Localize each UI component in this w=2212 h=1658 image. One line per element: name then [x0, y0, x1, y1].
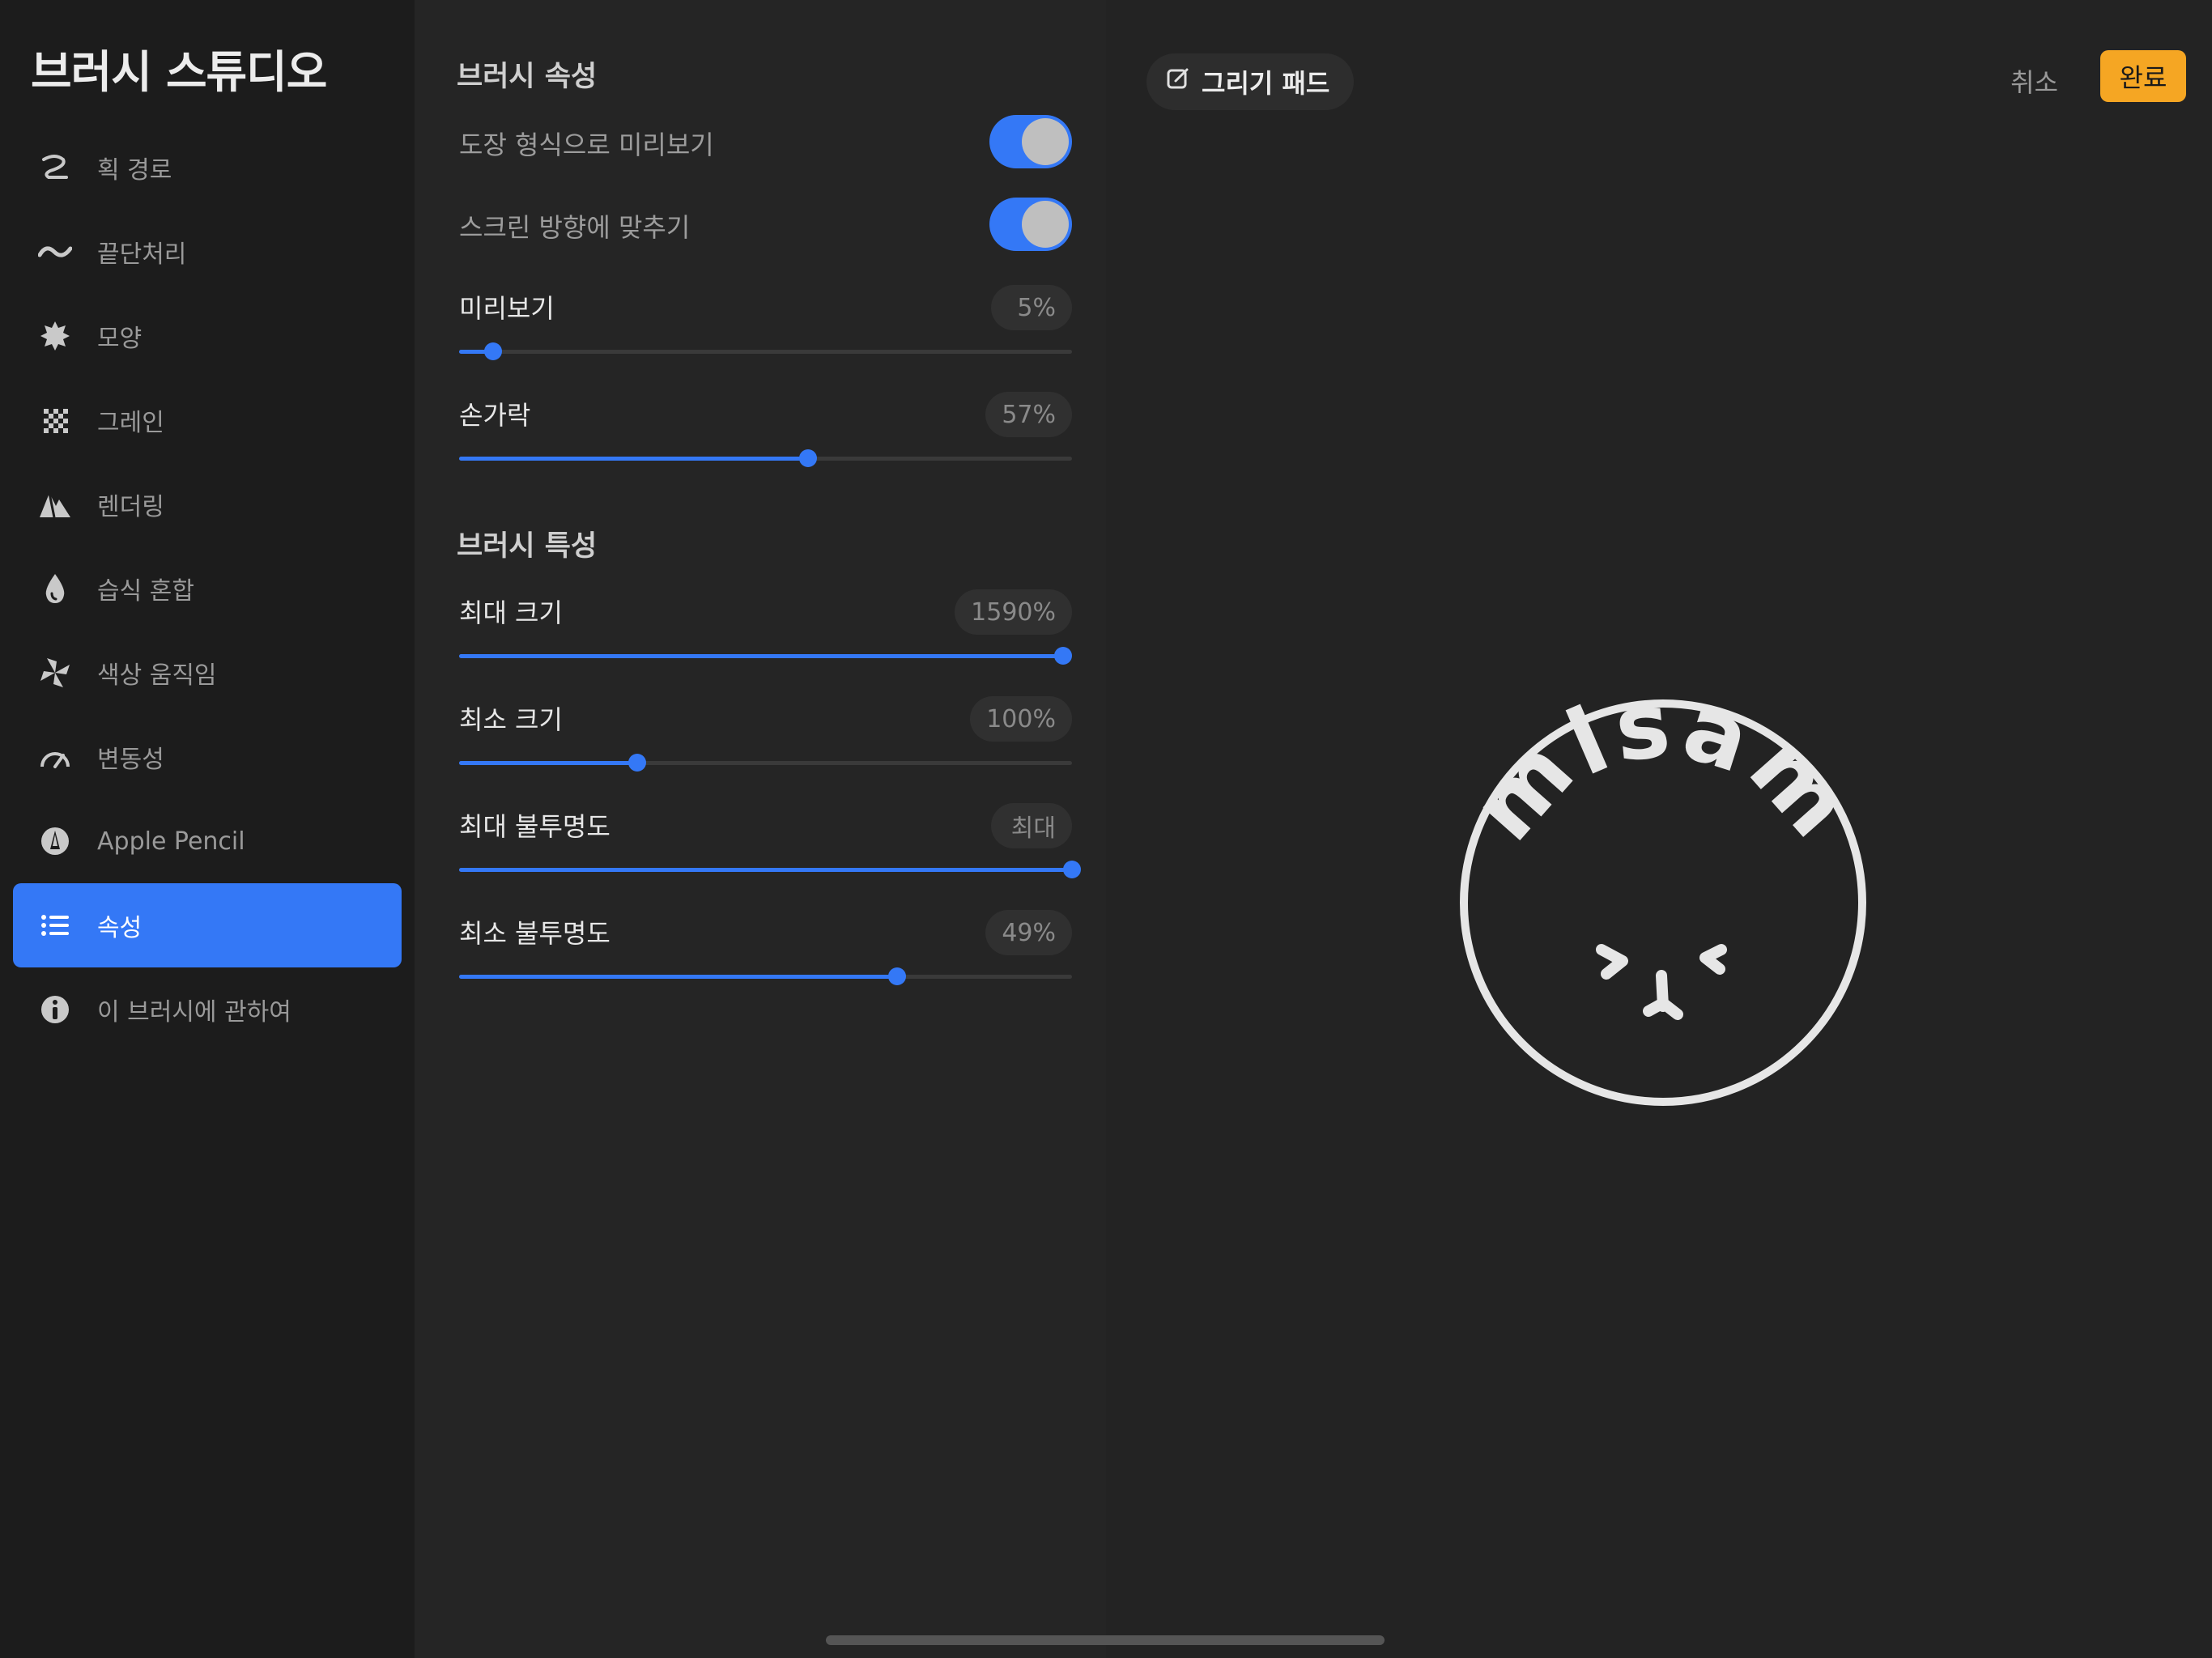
rendering-icon [37, 487, 73, 522]
stamp-preview-toggle[interactable] [989, 115, 1072, 168]
slider-fill [459, 975, 898, 979]
sidebar-item-rendering[interactable]: 렌더링 [13, 462, 402, 546]
orient-to-screen-toggle[interactable] [989, 198, 1072, 251]
sidebar-item-label: 끝단처리 [97, 240, 187, 269]
slider-thumb[interactable] [483, 342, 502, 360]
toggle-row-stamp-preview: 도장 형식으로 미리보기 [459, 115, 1072, 172]
sidebar-item-taper[interactable]: 끝단처리 [13, 210, 402, 294]
slider-value[interactable]: 1590% [955, 589, 1072, 635]
min-size-slider[interactable] [459, 754, 1072, 772]
stamp-face [1596, 944, 1727, 1020]
slider-label: 미리보기 [459, 293, 555, 324]
sidebar-item-stroke-path[interactable]: 획 경로 [13, 125, 402, 210]
slider-value[interactable]: 5% [991, 285, 1072, 330]
sidebar-item-grain[interactable]: 그레인 [13, 378, 402, 462]
sidebar-item-dynamics[interactable]: 변동성 [13, 715, 402, 799]
toggle-label: 스크린 방향에 맞추기 [459, 212, 691, 243]
slider-row-max-opacity: 최대 불투명도 최대 [459, 803, 1081, 900]
slider-thumb[interactable] [1063, 861, 1081, 878]
slider-thumb[interactable] [888, 967, 907, 985]
drawing-pad[interactable]: 그리기 패드 취소 완료 misam [1106, 0, 2212, 1658]
taper-icon [37, 234, 73, 270]
slider-thumb[interactable] [1053, 647, 1072, 665]
sidebar-item-label: 변동성 [97, 746, 164, 774]
color-dynamics-icon [37, 655, 73, 691]
toggle-label: 도장 형식으로 미리보기 [459, 130, 714, 160]
sidebar-item-wet-mix[interactable]: 습식 혼합 [13, 546, 402, 631]
done-button[interactable]: 완료 [2100, 50, 2186, 102]
grain-icon [37, 402, 73, 438]
slider-row-min-opacity: 최소 불투명도 49% [459, 910, 1072, 1007]
slider-row-preview: 미리보기 5% [459, 285, 1072, 382]
sidebar-item-shape[interactable]: 모양 [13, 294, 402, 378]
sidebar-item-label: 속성 [97, 914, 143, 942]
app-title: 브러시 스튜디오 [31, 46, 327, 98]
sidebar-item-label: 습식 혼합 [97, 577, 194, 606]
toggle-knob [1022, 201, 1069, 248]
preview-slider[interactable] [459, 342, 1072, 360]
sidebar-nav: 획 경로 끝단처리 모양 그레인 렌더링 습식 혼합 색상 움직임 변동성 Ap… [13, 125, 402, 1052]
max-opacity-slider[interactable] [459, 861, 1081, 878]
slider-label: 손가락 [459, 400, 531, 431]
sidebar-item-label: 렌더링 [97, 493, 164, 521]
shape-icon [37, 318, 73, 354]
slider-label: 최대 크기 [459, 597, 563, 628]
slider-row-min-size: 최소 크기 100% [459, 696, 1072, 793]
slider-fill [459, 868, 1072, 872]
section-title-brush-behavior: 브러시 특성 [457, 530, 598, 563]
slider-row-max-size: 최대 크기 1590% [459, 589, 1072, 687]
slider-fill [459, 654, 1063, 658]
toggle-knob [1022, 118, 1069, 165]
slider-value[interactable]: 57% [985, 392, 1072, 437]
slider-label: 최소 불투명도 [459, 918, 610, 949]
brush-stamp-preview: misam [1453, 692, 1874, 1106]
sidebar-item-label: 그레인 [97, 409, 164, 437]
wet-mix-icon [37, 571, 73, 606]
slider-value[interactable]: 49% [985, 910, 1072, 955]
properties-icon [37, 908, 73, 943]
sidebar-item-label: 색상 움직임 [97, 661, 217, 690]
sidebar-item-label: 이 브러시에 관하여 [97, 998, 291, 1027]
drawing-pad-button[interactable]: 그리기 패드 [1146, 53, 1355, 110]
apple-pencil-icon [37, 823, 73, 859]
edit-icon [1166, 66, 1190, 97]
slider-row-smudge: 손가락 57% [459, 392, 1072, 489]
home-indicator [826, 1635, 1385, 1645]
slider-fill [459, 457, 809, 461]
properties-panel: 브러시 속성 도장 형식으로 미리보기 스크린 방향에 맞추기 미리보기 5% … [415, 0, 1106, 1658]
slider-thumb[interactable] [627, 754, 646, 772]
toggle-row-orient-to-screen: 스크린 방향에 맞추기 [459, 198, 1072, 254]
slider-label: 최대 불투명도 [459, 811, 610, 842]
sidebar-item-properties[interactable]: 속성 [13, 883, 402, 967]
slider-fill [459, 761, 637, 765]
smudge-slider[interactable] [459, 449, 1072, 467]
sidebar-item-about[interactable]: 이 브러시에 관하여 [13, 967, 402, 1052]
slider-thumb[interactable] [799, 449, 818, 467]
info-icon [37, 992, 73, 1027]
stroke-path-icon [37, 150, 73, 185]
sidebar-item-label: 모양 [97, 325, 143, 353]
stamp-text: misam [1453, 692, 1874, 861]
max-size-slider[interactable] [459, 647, 1072, 665]
slider-value[interactable]: 100% [970, 696, 1072, 742]
sidebar: 브러시 스튜디오 획 경로 끝단처리 모양 그레인 렌더링 습식 혼합 색상 움… [0, 0, 415, 1658]
stamp-text-path: misam [1453, 692, 1869, 861]
drawing-pad-label: 그리기 패드 [1202, 68, 1330, 99]
min-opacity-slider[interactable] [459, 967, 1072, 985]
slider-value[interactable]: 최대 [991, 803, 1072, 848]
sidebar-item-label: 획 경로 [97, 156, 172, 185]
slider-label: 최소 크기 [459, 704, 563, 735]
sidebar-item-apple-pencil[interactable]: Apple Pencil [13, 799, 402, 883]
cancel-button[interactable]: 취소 [2010, 57, 2058, 105]
section-title-brush-properties: 브러시 속성 [457, 61, 598, 93]
dynamics-icon [37, 739, 73, 775]
sidebar-item-label: Apple Pencil [97, 827, 245, 856]
sidebar-item-color-dynamics[interactable]: 색상 움직임 [13, 631, 402, 715]
